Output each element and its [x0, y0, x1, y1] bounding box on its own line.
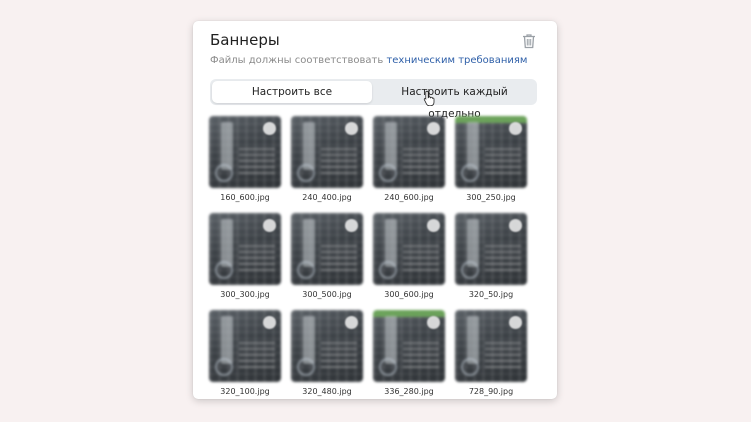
select-circle-icon[interactable]: [427, 219, 440, 232]
thumbnail-detail: [215, 261, 233, 279]
banner-filename: 320_50.jpg: [468, 290, 514, 299]
thumbnail-detail: [485, 241, 521, 271]
thumbnail-detail: [297, 164, 315, 182]
banner-tile[interactable]: 160_600.jpg: [209, 116, 281, 204]
select-circle-icon[interactable]: [263, 316, 276, 329]
thumbnail-detail: [467, 122, 479, 170]
banner-tile[interactable]: 320_480.jpg: [291, 310, 363, 398]
banner-filename: 320_100.jpg: [220, 387, 270, 396]
banner-filename: 728_90.jpg: [468, 387, 514, 396]
select-circle-icon[interactable]: [509, 316, 522, 329]
requirements-prefix: Файлы должны соответствовать: [210, 55, 387, 66]
tab-configure-all[interactable]: Настроить все: [212, 81, 372, 103]
select-circle-icon[interactable]: [509, 219, 522, 232]
select-circle-icon[interactable]: [509, 122, 522, 135]
thumbnail-detail: [379, 358, 397, 376]
banners-card: Баннеры Файлы должны соответствовать тех…: [193, 21, 557, 399]
thumbnail-detail: [321, 338, 357, 368]
thumbnail-detail: [485, 144, 521, 174]
trash-icon[interactable]: [522, 33, 536, 49]
banner-filename: 160_600.jpg: [220, 193, 270, 202]
thumbnail-detail: [379, 164, 397, 182]
banner-filename: 300_600.jpg: [384, 290, 434, 299]
thumbnail-detail: [467, 219, 479, 267]
banner-tile[interactable]: 300_300.jpg: [209, 213, 281, 301]
thumbnail-detail: [385, 219, 397, 267]
select-circle-icon[interactable]: [427, 122, 440, 135]
thumbnail-detail: [467, 316, 479, 364]
banner-filename: 240_600.jpg: [384, 193, 434, 202]
page: Баннеры Файлы должны соответствовать тех…: [0, 0, 751, 422]
select-circle-icon[interactable]: [345, 122, 358, 135]
thumbnail-detail: [239, 144, 275, 174]
banner-tile[interactable]: 300_500.jpg: [291, 213, 363, 301]
thumbnail-detail: [297, 358, 315, 376]
thumbnail-detail: [239, 241, 275, 271]
banner-tile[interactable]: 300_250.jpg: [455, 116, 527, 204]
thumbnail-detail: [485, 338, 521, 368]
requirements-link[interactable]: техническим требованиям: [386, 55, 527, 66]
banner-filename: 300_500.jpg: [302, 290, 352, 299]
thumbnail-detail: [321, 144, 357, 174]
thumbnail-detail: [321, 241, 357, 271]
select-circle-icon[interactable]: [345, 219, 358, 232]
thumbnail-detail: [461, 261, 479, 279]
card-title: Баннеры: [210, 31, 280, 49]
banner-tile[interactable]: 320_50.jpg: [455, 213, 527, 301]
banner-filename: 300_300.jpg: [220, 290, 270, 299]
select-circle-icon[interactable]: [263, 219, 276, 232]
thumbnail-detail: [297, 261, 315, 279]
banner-tile[interactable]: 240_400.jpg: [291, 116, 363, 204]
thumbnail-detail: [403, 144, 439, 174]
banner-filename: 300_250.jpg: [466, 193, 516, 202]
thumbnail-detail: [215, 164, 233, 182]
select-circle-icon[interactable]: [427, 316, 440, 329]
thumbnail-detail: [239, 338, 275, 368]
thumbnail-detail: [379, 261, 397, 279]
thumbnail-detail: [221, 316, 233, 364]
thumbnail-detail: [215, 358, 233, 376]
select-circle-icon[interactable]: [345, 316, 358, 329]
banner-filename: 320_480.jpg: [302, 387, 352, 396]
thumbnail-detail: [221, 122, 233, 170]
thumbnail-detail: [303, 219, 315, 267]
thumbnail-detail: [385, 316, 397, 364]
banner-tile[interactable]: 728_90.jpg: [455, 310, 527, 398]
tab-configure-each[interactable]: Настроить каждый отдельно: [374, 81, 535, 120]
thumbnail-detail: [303, 122, 315, 170]
thumbnail-detail: [403, 338, 439, 368]
thumbnail-detail: [461, 358, 479, 376]
thumbnail-detail: [303, 316, 315, 364]
thumbnail-detail: [403, 241, 439, 271]
banner-tile[interactable]: 300_600.jpg: [373, 213, 445, 301]
mode-switch: Настроить все Настроить каждый отдельно: [210, 79, 537, 120]
requirements-text: Файлы должны соответствовать техническим…: [210, 55, 527, 66]
banner-tile[interactable]: 336_280.jpg: [373, 310, 445, 398]
banner-filename: 336_280.jpg: [384, 387, 434, 396]
thumbnail-detail: [385, 122, 397, 170]
banner-tile[interactable]: 240_600.jpg: [373, 116, 445, 204]
select-circle-icon[interactable]: [263, 122, 276, 135]
thumbnail-detail: [461, 164, 479, 182]
banner-filename: 240_400.jpg: [302, 193, 352, 202]
thumbnail-detail: [221, 219, 233, 267]
hand-cursor-icon: [423, 90, 435, 106]
banner-tile[interactable]: 320_100.jpg: [209, 310, 281, 398]
